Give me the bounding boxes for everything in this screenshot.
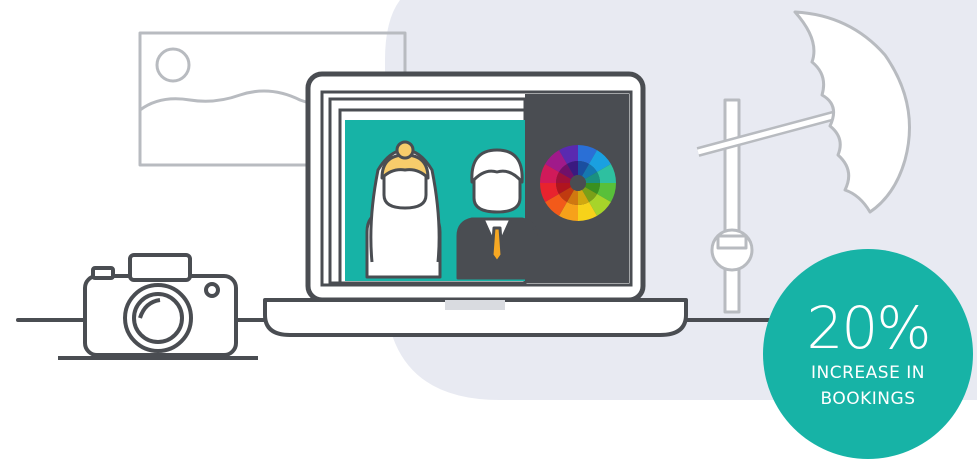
stat-label-line1: INCREASE IN — [811, 363, 925, 383]
camera-icon — [58, 253, 258, 360]
color-wheel-icon — [540, 145, 616, 221]
stat-label-line2: BOOKINGS — [820, 389, 916, 409]
stat-badge: 20% INCREASE IN BOOKINGS — [763, 249, 973, 459]
stat-value: 20% — [806, 294, 932, 362]
